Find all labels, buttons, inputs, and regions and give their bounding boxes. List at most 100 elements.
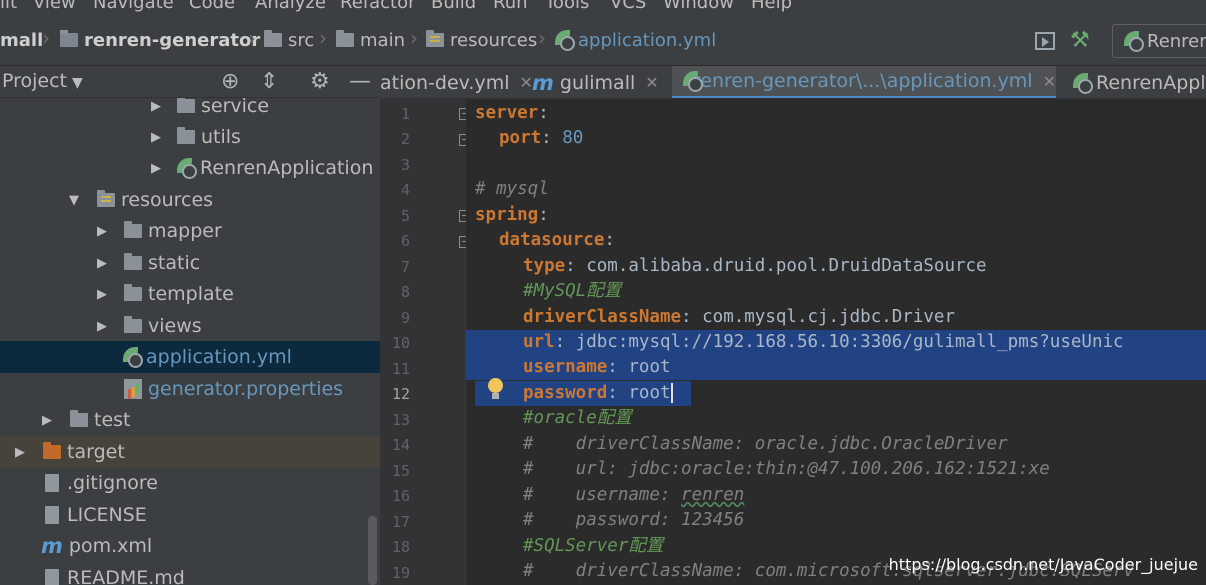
breadcrumb-src[interactable]: src <box>264 28 314 52</box>
chevron-right-icon[interactable]: ▶ <box>151 99 161 114</box>
breadcrumb-main[interactable]: main <box>336 28 405 52</box>
code-line-5: spring: <box>475 203 549 228</box>
tab-label: renren-generator\...\application.yml <box>692 70 1033 92</box>
yaml-colon: : <box>538 205 549 225</box>
excluded-folder-icon <box>43 442 61 459</box>
menu-run[interactable]: Run <box>493 0 528 13</box>
breadcrumb-file[interactable]: application.yml <box>554 28 716 52</box>
tree-item-test[interactable]: ▶ test <box>0 404 380 436</box>
line-number: 6 <box>400 232 410 250</box>
menu-window[interactable]: Window <box>663 0 734 13</box>
tree-item-utils[interactable]: ▶ utils <box>0 121 380 153</box>
menu-bar: lit View Navigate Code Analyze Refactor … <box>0 0 1206 14</box>
yaml-comment: # mysql <box>475 179 549 199</box>
tree-item-mapper[interactable]: ▶ mapper <box>0 215 380 247</box>
chevron-down-icon[interactable]: ▼ <box>69 193 79 208</box>
spring-boot-class-icon <box>1072 72 1093 94</box>
tree-item-label: test <box>94 409 131 431</box>
line-number: 9 <box>400 309 410 327</box>
close-icon[interactable]: ✕ <box>519 73 532 92</box>
yaml-key: type <box>523 256 566 276</box>
close-icon[interactable]: ✕ <box>645 73 658 92</box>
menu-build[interactable]: Build <box>431 0 476 13</box>
tab-label: gulimall <box>559 71 636 94</box>
line-number: 1 <box>400 105 410 123</box>
chevron-down-icon[interactable]: ▼ <box>72 75 83 91</box>
code-line-18: #SQLServer配置 <box>523 534 663 559</box>
spelling-warning: renren <box>681 485 745 505</box>
tree-item-application-yml[interactable]: application.yml <box>0 341 380 373</box>
menu-tools[interactable]: Tools <box>545 0 589 13</box>
chevron-right-icon[interactable]: ▶ <box>15 445 25 460</box>
code-line-17: # password: 123456 <box>523 508 744 533</box>
code-line-12: password: root <box>523 381 673 406</box>
tab-application-yml[interactable]: renren-generator\...\application.yml ✕ <box>672 66 1056 98</box>
lightbulb-icon[interactable] <box>488 378 504 402</box>
chevron-right-icon[interactable]: ▶ <box>97 224 107 239</box>
code-editor[interactable]: server: port: 80 # mysql spring: datasou… <box>466 99 1206 585</box>
locate-target-icon[interactable]: ⊕ <box>221 69 239 94</box>
yaml-comment: # driverClassName: oracle.jdbc.OracleDri… <box>523 434 1008 454</box>
code-line-4: # mysql <box>475 177 549 202</box>
menu-analyze[interactable]: Analyze <box>255 0 326 13</box>
tree-item-license[interactable]: LICENSE <box>0 499 380 531</box>
code-line-10: url: jdbc:mysql://192.168.56.10:3306/gul… <box>523 330 1124 355</box>
close-icon[interactable]: ✕ <box>1043 72 1056 91</box>
terminal-icon[interactable] <box>1035 32 1055 50</box>
yaml-colon: : <box>565 256 587 276</box>
breadcrumb-module[interactable]: renren-generator <box>60 28 260 52</box>
menu-code[interactable]: Code <box>189 0 235 13</box>
code-line-9: driverClassName: com.mysql.cj.jdbc.Drive… <box>523 305 955 330</box>
menu-help[interactable]: Help <box>751 0 792 13</box>
menu-view[interactable]: View <box>33 0 76 13</box>
chevron-right-icon[interactable]: ▶ <box>151 130 161 145</box>
code-line-11: username: root <box>523 355 671 380</box>
run-configuration-select[interactable]: Renren <box>1112 24 1206 58</box>
tree-item-views[interactable]: ▶ views <box>0 310 380 342</box>
collapse-all-icon[interactable]: ⇕ <box>260 69 278 94</box>
tree-scrollbar[interactable] <box>368 516 377 585</box>
tree-item-pom-xml[interactable]: m pom.xml <box>0 530 380 562</box>
gear-icon[interactable]: ⚙ <box>310 69 330 94</box>
menu-navigate[interactable]: Navigate <box>93 0 174 13</box>
line-number: 12 <box>391 385 410 403</box>
text-caret <box>670 383 673 403</box>
tab-renren-application[interactable]: RenrenAppli <box>1068 66 1206 98</box>
package-folder-icon <box>177 98 195 113</box>
chevron-right-icon[interactable]: ▶ <box>42 413 52 428</box>
tree-item-label: RenrenApplication <box>200 157 374 179</box>
menu-refactor[interactable]: Refactor <box>340 0 416 13</box>
tree-item-static[interactable]: ▶ static <box>0 247 380 279</box>
menu-edit[interactable]: lit <box>0 0 17 13</box>
tree-item-template[interactable]: ▶ template <box>0 278 380 310</box>
tab-label: ation-dev.yml <box>380 71 510 94</box>
breadcrumb-resources[interactable]: resources <box>426 28 537 52</box>
minimize-icon[interactable]: — <box>349 69 371 94</box>
line-number: 16 <box>391 487 410 505</box>
chevron-right-icon[interactable]: ▶ <box>151 161 161 176</box>
line-number: 2 <box>400 130 410 148</box>
code-line-13: #oracle配置 <box>523 406 632 431</box>
tree-item-label: static <box>148 252 201 274</box>
breadcrumb-project[interactable]: mall <box>0 28 43 52</box>
build-hammer-icon[interactable]: ⚒ <box>1070 28 1090 53</box>
chevron-right-icon[interactable]: ▶ <box>97 256 107 271</box>
menu-vcs[interactable]: VCS <box>610 0 646 13</box>
tree-item-service[interactable]: ▶ service <box>0 98 380 122</box>
chevron-right-icon[interactable]: ▶ <box>97 287 107 302</box>
tree-item-renren-application[interactable]: ▶ RenrenApplication <box>0 152 380 184</box>
tree-item-resources[interactable]: ▼ resources <box>0 184 380 216</box>
tree-item-generator-properties[interactable]: generator.properties <box>0 373 380 405</box>
tree-item-target[interactable]: ▶ target <box>0 436 380 468</box>
project-panel-title[interactable]: Project <box>2 70 67 92</box>
yaml-colon: : <box>541 128 563 148</box>
tab-gulimall[interactable]: m gulimall ✕ <box>532 66 670 98</box>
tree-item-gitignore[interactable]: .gitignore <box>0 467 380 499</box>
chevron-right-icon[interactable]: ▶ <box>97 319 107 334</box>
tab-application-dev-yml[interactable]: ation-dev.yml ✕ <box>380 66 533 98</box>
tree-item-label: generator.properties <box>148 378 344 400</box>
run-configuration-label: Renren <box>1147 30 1206 52</box>
yaml-value: jdbc:mysql://192.168.56.10:3306/gulimall… <box>575 332 1124 352</box>
tree-item-readme[interactable]: README.md <box>0 562 380 585</box>
yaml-number: 80 <box>562 128 584 148</box>
